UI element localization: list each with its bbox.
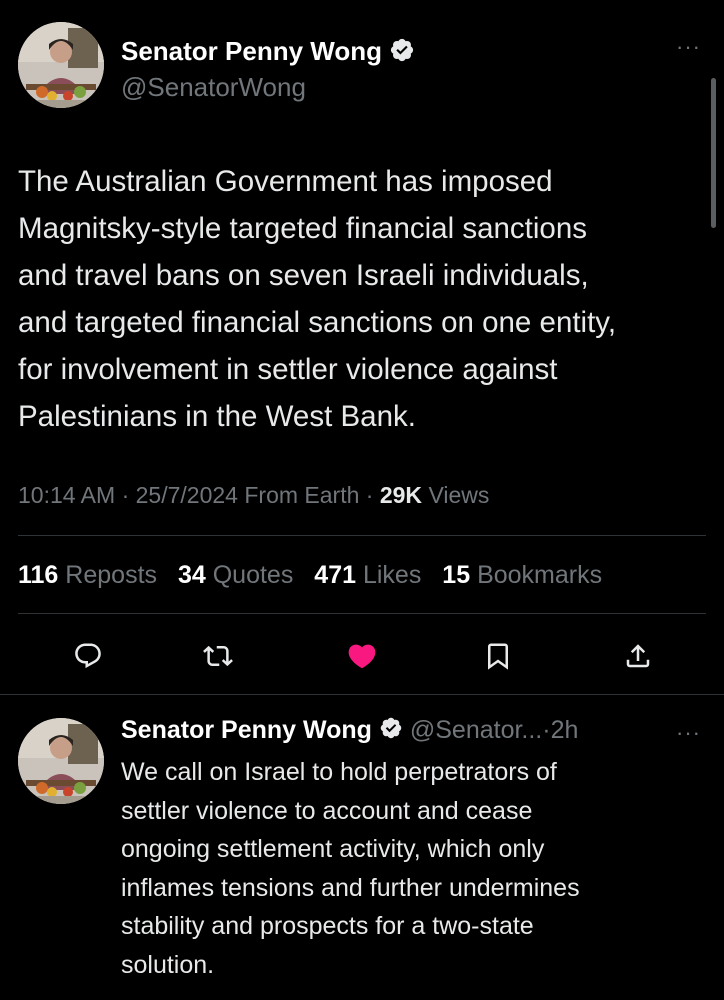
views-count: 29K — [379, 482, 423, 508]
stat-bookmarks[interactable]: 15 Bookmarks — [442, 561, 602, 589]
reply-more-options-button[interactable]: ··· — [676, 722, 701, 744]
tweet-time[interactable]: 10:14 AM — [18, 482, 115, 508]
share-icon — [626, 644, 650, 668]
verified-badge-icon — [389, 37, 415, 70]
reply-author-avatar[interactable] — [18, 718, 104, 804]
repost-button[interactable] — [198, 636, 238, 676]
author-name[interactable]: Senator Penny Wong — [121, 36, 415, 70]
share-button[interactable] — [618, 636, 658, 676]
stat-reposts[interactable]: 116 Reposts — [18, 561, 157, 589]
author-name-text[interactable]: Senator Penny Wong — [121, 36, 382, 66]
tweet-source: From Earth — [244, 482, 360, 508]
reply-time[interactable]: 2h — [551, 716, 579, 744]
reply-author-handle[interactable]: @Senator... — [410, 716, 542, 744]
stat-quotes[interactable]: 34 Quotes — [178, 561, 293, 589]
like-button[interactable] — [342, 636, 382, 676]
avatar-photo-icon — [18, 718, 104, 804]
divider — [18, 535, 706, 536]
tweet-meta: 10:14 AM · 25/7/2024 From Earth · 29K Vi… — [18, 482, 489, 509]
more-options-button[interactable]: ··· — [676, 36, 701, 58]
reply-separator: · — [542, 716, 551, 745]
verified-badge-icon — [379, 716, 403, 747]
reply-icon — [75, 643, 101, 669]
tweet-date[interactable]: 25/7/2024 — [136, 482, 238, 508]
divider — [18, 613, 706, 614]
reply-header: Senator Penny Wong @Senator...·2h — [121, 716, 578, 747]
meta-separator: · — [365, 482, 374, 508]
meta-separator: · — [121, 482, 130, 508]
reply-tweet-text: We call on Israel to hold perpetrators o… — [121, 758, 580, 979]
engagement-stats: 116 Reposts 34 Quotes 471 Likes 15 Bookm… — [18, 561, 616, 590]
tweet-text: The Australian Government has imposed Ma… — [18, 165, 617, 433]
bookmark-icon — [488, 643, 508, 670]
reply-button[interactable] — [68, 636, 108, 676]
avatar-photo-icon — [18, 22, 104, 108]
like-heart-icon — [348, 644, 376, 669]
repost-icon — [203, 645, 233, 667]
divider — [0, 694, 724, 695]
author-avatar[interactable] — [18, 22, 104, 108]
stat-likes[interactable]: 471 Likes — [314, 561, 421, 589]
author-handle[interactable]: @SenatorWong — [121, 72, 306, 103]
reply-author-name[interactable]: Senator Penny Wong — [121, 716, 372, 744]
bookmark-button[interactable] — [478, 636, 518, 676]
views-label: Views — [428, 482, 490, 508]
